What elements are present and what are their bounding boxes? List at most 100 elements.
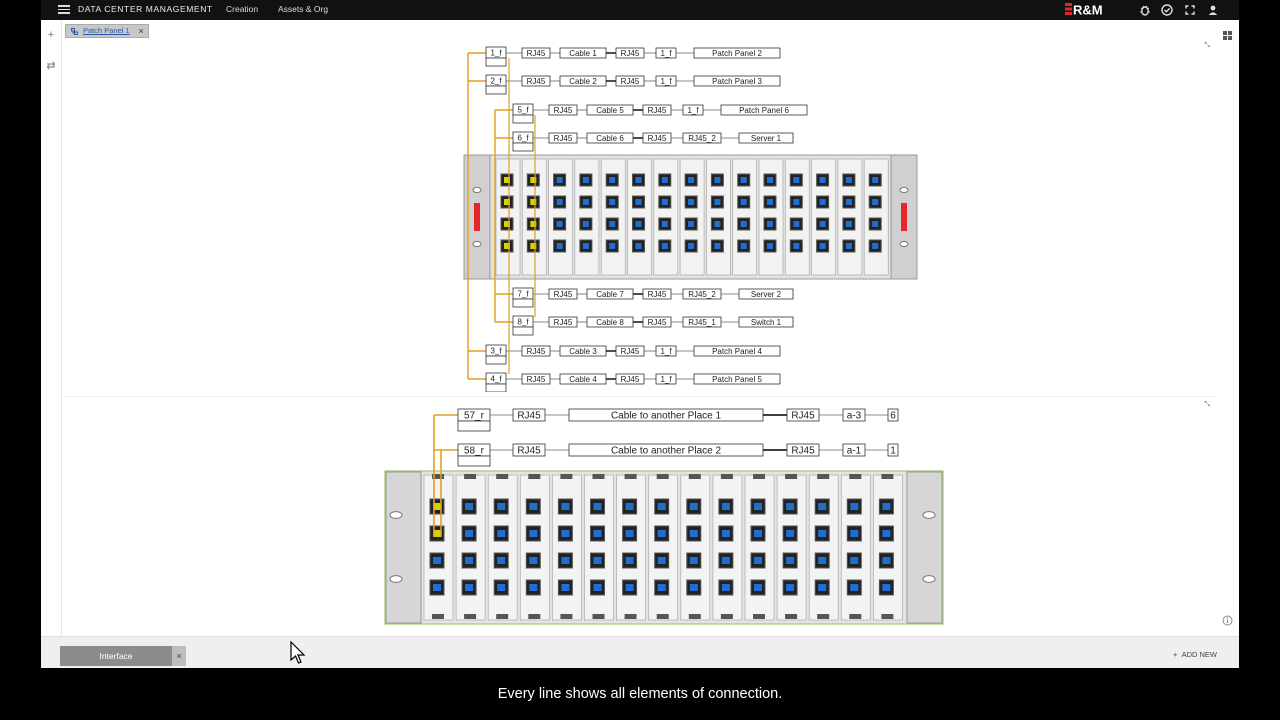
swap-icon[interactable]: ⇄ (45, 60, 57, 72)
port-led (850, 530, 859, 537)
port-led (661, 177, 668, 183)
module-latch (817, 474, 830, 479)
port-sub-box (485, 355, 507, 365)
port-led (714, 199, 721, 205)
port-led (754, 503, 762, 510)
connection-row: 8_f RJ45 Cable 8 RJ45 RJ45_1 Switch 1 (495, 315, 794, 336)
mount-hole (922, 575, 936, 583)
port-label: 5_f (517, 105, 529, 114)
cable-name: Cable 1 (569, 49, 597, 58)
port-led (561, 584, 570, 591)
port-led (465, 584, 474, 591)
port-led (786, 557, 795, 564)
check-circle-icon[interactable] (1160, 3, 1174, 17)
module-slot (455, 474, 486, 621)
cable-name: Cable 6 (596, 134, 624, 143)
module-latch (592, 614, 605, 619)
module-latch (688, 614, 701, 619)
tab-patch-panel-1[interactable]: Patch Panel 1 × (65, 24, 149, 38)
cable-name: Cable 4 (569, 375, 597, 384)
grid-view-icon[interactable] (1222, 30, 1233, 41)
port-led (497, 503, 506, 510)
cable-name: Cable to another Place 1 (611, 411, 722, 422)
info-icon[interactable] (1222, 615, 1233, 626)
port-led (689, 584, 698, 591)
port-sub-box (512, 326, 534, 336)
connector-a: RJ45 (527, 375, 546, 384)
nav-creation[interactable]: Creation (226, 4, 258, 14)
add-icon[interactable]: + (45, 29, 57, 41)
port-led (819, 199, 826, 205)
module-latch (720, 614, 733, 619)
left-rail: + ⇄ (41, 20, 62, 636)
port-led (657, 557, 666, 564)
port-led (740, 243, 747, 249)
port-led (721, 503, 730, 510)
port-led (689, 503, 698, 510)
remote-port: 1_f (660, 375, 672, 384)
port-label: 58_r (464, 446, 485, 457)
port-led (872, 177, 879, 183)
connector-b: RJ45 (791, 446, 815, 457)
module-latch (881, 474, 894, 479)
module-latch (688, 474, 701, 479)
nav-assets-org[interactable]: Assets & Org (278, 4, 328, 14)
port-led (556, 199, 563, 205)
interface-close-icon[interactable]: × (172, 646, 186, 666)
patch-panel-1-front-view: ⤡ 1_f RJ45 Cable 1 RJ45 1_f Patch Panel 2 2_f R… (65, 38, 1216, 392)
port-label: 2_f (490, 76, 502, 85)
port-led (793, 199, 800, 205)
connection-row: 3_f RJ45 Cable 3 RJ45 1_f Patch Panel 4 (468, 344, 781, 365)
port-led (882, 530, 891, 537)
target-device: 6 (890, 411, 896, 422)
connection-row: 1_f RJ45 Cable 1 RJ45 1_f Patch Panel 2 (468, 46, 781, 67)
remote-port: RJ45_1 (688, 318, 716, 327)
port-led (497, 530, 506, 537)
tab-label: Patch Panel 1 (83, 26, 130, 35)
user-icon[interactable] (1206, 3, 1220, 17)
connector-a: RJ45 (527, 77, 546, 86)
port-led (593, 503, 602, 510)
cable-name: Cable 3 (569, 347, 597, 356)
port-led (582, 199, 589, 205)
module-latch (496, 614, 509, 619)
port-led (661, 243, 668, 249)
port-led (625, 503, 634, 510)
hamburger-menu-icon[interactable] (58, 3, 70, 17)
module-latch (656, 474, 669, 479)
port-led (845, 243, 852, 249)
port-led (529, 503, 538, 510)
mount-hole (472, 240, 482, 248)
logo-bar (474, 203, 480, 231)
fullscreen-icon[interactable] (1183, 3, 1197, 17)
port-led (786, 503, 795, 510)
app-title: DATA CENTER MANAGEMENT (78, 4, 213, 14)
port-led (609, 199, 616, 205)
port-label: 57_r (464, 411, 485, 422)
port-led (529, 557, 538, 564)
port-led (688, 221, 695, 227)
port-led (657, 503, 666, 510)
port-led (740, 199, 747, 205)
connector-b: RJ45 (621, 347, 640, 356)
cable-name: Cable 2 (569, 77, 597, 86)
connector-b: RJ45 (648, 290, 667, 299)
mount-hole (472, 186, 482, 194)
connector-a: RJ45 (554, 106, 573, 115)
port-led (845, 199, 852, 205)
connection-row: 6_f RJ45 Cable 6 RJ45 RJ45_2 Server 1 (495, 131, 794, 152)
connection-diagram-top: 1_f RJ45 Cable 1 RJ45 1_f Patch Panel 2 2_f RJ4… (463, 46, 918, 392)
port-led (609, 243, 616, 249)
tab-close-icon[interactable]: × (138, 25, 143, 37)
interface-tab[interactable]: Interface (60, 646, 172, 666)
connector-b: RJ45 (791, 411, 815, 422)
module-slot (648, 474, 679, 621)
port-sub-box (512, 298, 534, 308)
bug-icon[interactable] (1138, 3, 1152, 17)
remote-port: 1_f (660, 77, 672, 86)
port-led (767, 177, 773, 183)
port-led (529, 530, 538, 537)
connector-a: RJ45 (554, 134, 573, 143)
add-new-button[interactable]: + ADD NEW (1173, 650, 1217, 659)
cable-name: Cable 5 (596, 106, 624, 115)
